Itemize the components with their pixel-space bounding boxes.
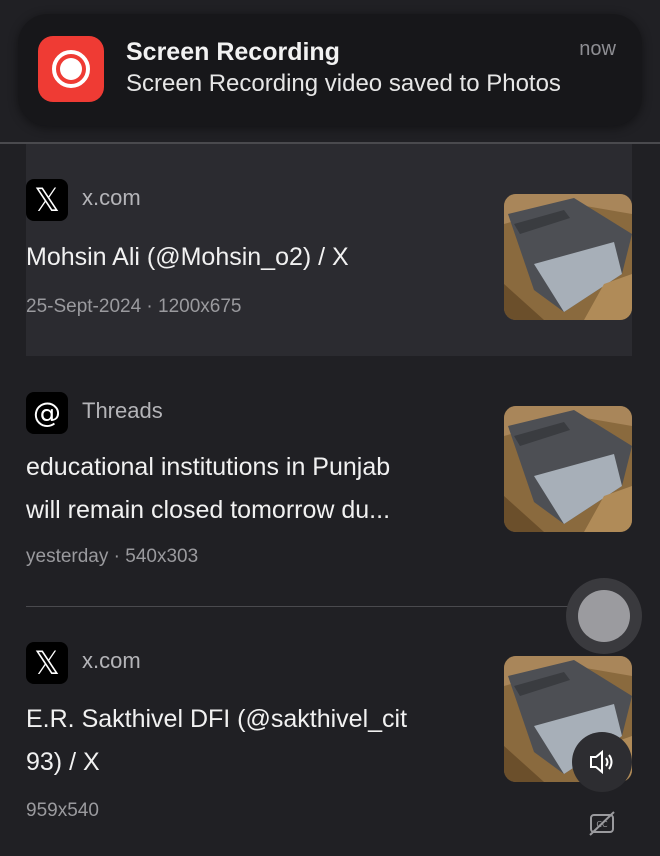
notification-body: Screen Recording video saved to Photos bbox=[126, 70, 561, 97]
source-name: Threads bbox=[82, 398, 163, 423]
result-title-line-2: will remain closed tomorrow du... bbox=[26, 496, 391, 524]
search-result-1[interactable]: 𝕏 x.com Mohsin Ali (@Mohsin_o2) / X 25-S… bbox=[26, 144, 632, 356]
assistive-touch-button[interactable] bbox=[566, 578, 642, 654]
result-title[interactable]: Mohsin Ali (@Mohsin_o2) / X bbox=[26, 236, 476, 279]
search-result-3[interactable]: 𝕏 x.com E.R. Sakthivel DFI (@sakthivel_c… bbox=[26, 630, 632, 840]
result-title-line-1: E.R. Sakthivel DFI (@sakthivel_cit bbox=[26, 705, 408, 733]
captions-off-icon: CC bbox=[589, 811, 615, 836]
x-logo-icon: 𝕏 bbox=[26, 642, 68, 684]
volume-button[interactable] bbox=[572, 732, 632, 792]
thumbnail-image bbox=[504, 406, 632, 532]
result-title-line-1: educational institutions in Punjab bbox=[26, 453, 391, 481]
result-title-line-2: 93) / X bbox=[26, 748, 100, 776]
divider bbox=[26, 606, 632, 607]
image-search-results-screen: Screen Recording Screen Recording video … bbox=[0, 0, 660, 856]
result-thumbnail[interactable] bbox=[504, 194, 632, 320]
notification-title: Screen Recording bbox=[126, 38, 340, 66]
result-meta: yesterday · 540x303 bbox=[26, 546, 199, 567]
result-meta: 25-Sept-2024 · 1200x675 bbox=[26, 296, 242, 317]
notification-time: now bbox=[579, 38, 616, 60]
source-name: x.com bbox=[82, 648, 141, 673]
record-dot bbox=[60, 58, 82, 80]
result-meta: 959x540 bbox=[26, 800, 99, 821]
captions-button[interactable]: CC bbox=[582, 804, 622, 844]
result-title[interactable]: educational institutions in Punjab will … bbox=[26, 446, 476, 532]
result-thumbnail[interactable] bbox=[504, 406, 632, 532]
result-title[interactable]: E.R. Sakthivel DFI (@sakthivel_cit 93) /… bbox=[26, 698, 476, 784]
assistive-touch-knob bbox=[578, 590, 630, 642]
thumbnail-image bbox=[504, 194, 632, 320]
screen-recording-notification[interactable]: Screen Recording Screen Recording video … bbox=[18, 14, 642, 126]
source-name: x.com bbox=[82, 185, 141, 210]
search-result-2[interactable]: @ Threads educational institutions in Pu… bbox=[26, 380, 632, 590]
threads-logo-icon: @ bbox=[26, 392, 68, 434]
screen-recording-icon bbox=[38, 36, 104, 102]
x-logo-icon: 𝕏 bbox=[26, 179, 68, 221]
speaker-icon bbox=[590, 749, 613, 775]
